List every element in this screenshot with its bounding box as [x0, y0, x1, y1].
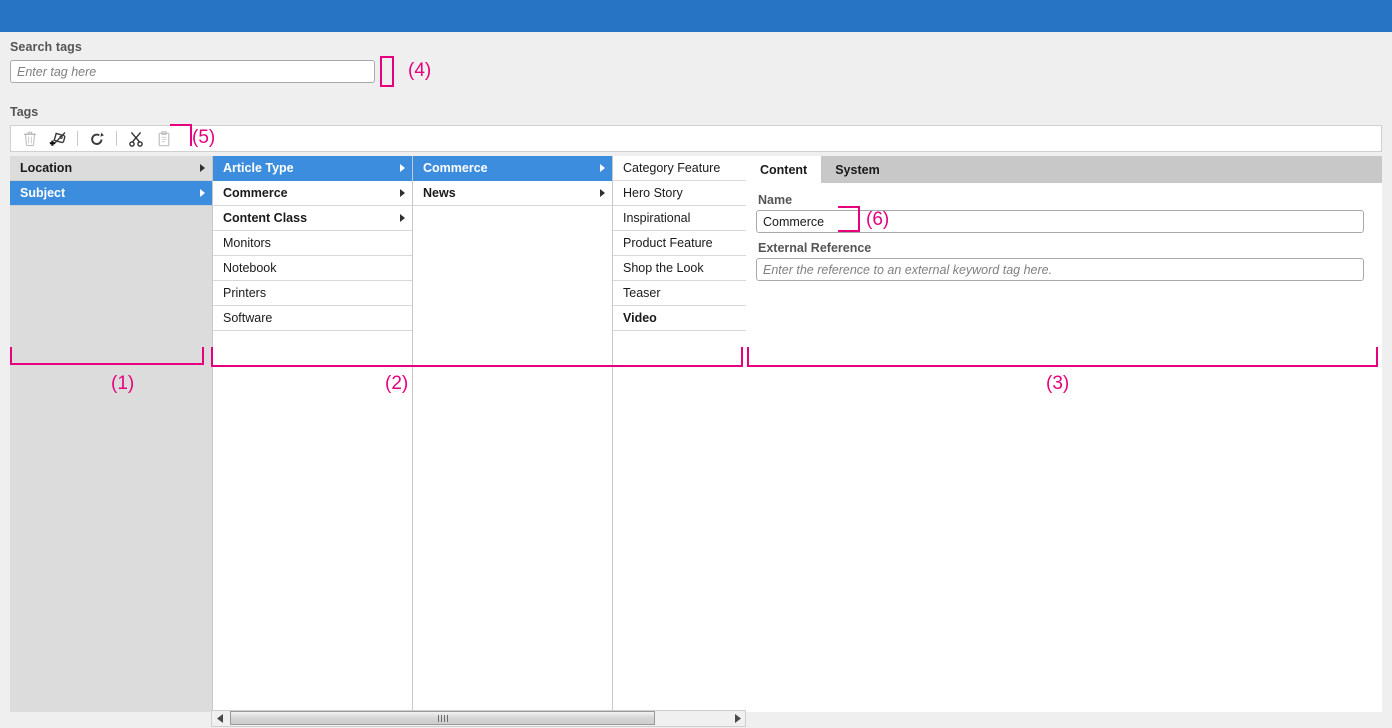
- tag-row[interactable]: Printers: [213, 281, 412, 306]
- tag-row[interactable]: Commerce: [213, 181, 412, 206]
- scrollbar-grip-icon: [437, 714, 448, 722]
- trash-icon: [24, 131, 36, 146]
- tag-row-label: Subject: [20, 186, 66, 200]
- chevron-right-icon: [400, 214, 405, 222]
- tag-row-label: Article Type: [223, 161, 294, 175]
- tag-row[interactable]: News: [413, 181, 612, 206]
- chevron-right-icon: [200, 189, 205, 197]
- tag-browser-columns: Location Subject Article Type Commerce Cont…: [10, 156, 746, 712]
- tag-row-label: Video: [623, 311, 657, 325]
- tag-row[interactable]: Monitors: [213, 231, 412, 256]
- tag-detail-panel: Content System Name External Reference: [746, 156, 1382, 712]
- scroll-left-arrow-icon[interactable]: [212, 711, 228, 726]
- chevron-right-icon: [400, 189, 405, 197]
- tag-row-label: Location: [20, 161, 73, 175]
- scroll-right-arrow-icon[interactable]: [729, 711, 745, 726]
- scrollbar-track[interactable]: [228, 711, 729, 726]
- detail-tabstrip: Content System: [746, 156, 1382, 183]
- tag-manager-window: Search tags Tags: [0, 0, 1392, 728]
- tag-row[interactable]: Category Feature: [613, 156, 746, 181]
- tag-row[interactable]: Subject: [10, 181, 212, 206]
- annotation-label-4: (4): [408, 60, 432, 81]
- tag-column-commerce[interactable]: Category Feature Hero Story Inspirational P…: [613, 156, 746, 712]
- scrollbar-thumb[interactable]: [230, 711, 655, 725]
- tag-row[interactable]: Product Feature: [613, 231, 746, 256]
- refresh-button[interactable]: [84, 127, 110, 150]
- external-reference-label: External Reference: [758, 241, 872, 255]
- add-tag-button[interactable]: [45, 127, 71, 150]
- toolbar-separator-1: [77, 131, 78, 146]
- chevron-right-icon: [400, 164, 405, 172]
- external-reference-field[interactable]: [756, 258, 1364, 281]
- tag-row-label: Monitors: [223, 236, 271, 250]
- tab-content[interactable]: Content: [746, 156, 822, 183]
- tag-row-label: Software: [223, 311, 273, 325]
- tag-row-label: Inspirational: [623, 211, 691, 225]
- tag-row[interactable]: Location: [10, 156, 212, 181]
- name-field[interactable]: [756, 210, 1364, 233]
- window-titlebar: [0, 0, 1392, 32]
- tag-column-article-type[interactable]: Commerce News: [413, 156, 613, 712]
- paste-button[interactable]: [151, 127, 177, 150]
- tag-row[interactable]: Inspirational: [613, 206, 746, 231]
- tag-row[interactable]: Software: [213, 306, 412, 331]
- tag-row[interactable]: Shop the Look: [613, 256, 746, 281]
- tag-row-label: Hero Story: [623, 186, 683, 200]
- tag-row[interactable]: Notebook: [213, 256, 412, 281]
- refresh-arrow-icon: [91, 132, 104, 145]
- clipboard-icon: [158, 130, 170, 146]
- tag-row[interactable]: Teaser: [613, 281, 746, 306]
- tag-row[interactable]: Article Type: [213, 156, 412, 181]
- search-tags-label: Search tags: [10, 40, 82, 54]
- tag-row[interactable]: Hero Story: [613, 181, 746, 206]
- name-label: Name: [758, 193, 793, 207]
- cut-button[interactable]: [123, 127, 149, 150]
- tag-row[interactable]: Video: [613, 306, 746, 331]
- tags-label: Tags: [10, 105, 39, 119]
- toolbar-separator-2: [116, 131, 117, 146]
- delete-tag-button[interactable]: [17, 127, 43, 150]
- tag-column-subject[interactable]: Article Type Commerce Content Class Monitor…: [213, 156, 413, 712]
- detail-body: Name External Reference: [746, 183, 1382, 712]
- tag-plus-icon: [49, 131, 66, 146]
- tag-row-label: Shop the Look: [623, 261, 704, 275]
- chevron-right-icon: [600, 189, 605, 197]
- tag-row-label: Commerce: [223, 186, 288, 200]
- tag-row-label: Product Feature: [623, 236, 713, 250]
- tag-row-label: Content Class: [223, 211, 308, 225]
- chevron-right-icon: [200, 164, 205, 172]
- tag-row[interactable]: Commerce: [413, 156, 612, 181]
- search-tags-input[interactable]: [10, 60, 375, 83]
- columns-horizontal-scrollbar[interactable]: [211, 710, 746, 727]
- tag-column-root[interactable]: Location Subject: [10, 156, 213, 712]
- tag-row-label: Category Feature: [623, 161, 721, 175]
- scissors-icon: [129, 131, 143, 147]
- tag-row-label: Teaser: [623, 286, 661, 300]
- tab-system[interactable]: System: [821, 156, 893, 183]
- tag-row[interactable]: Content Class: [213, 206, 412, 231]
- tag-row-label: Printers: [223, 286, 267, 300]
- tag-row-label: Notebook: [223, 261, 277, 275]
- tags-toolbar: [10, 125, 1382, 152]
- tag-row-label: News: [423, 186, 456, 200]
- chevron-right-icon: [600, 164, 605, 172]
- tag-row-label: Commerce: [423, 161, 488, 175]
